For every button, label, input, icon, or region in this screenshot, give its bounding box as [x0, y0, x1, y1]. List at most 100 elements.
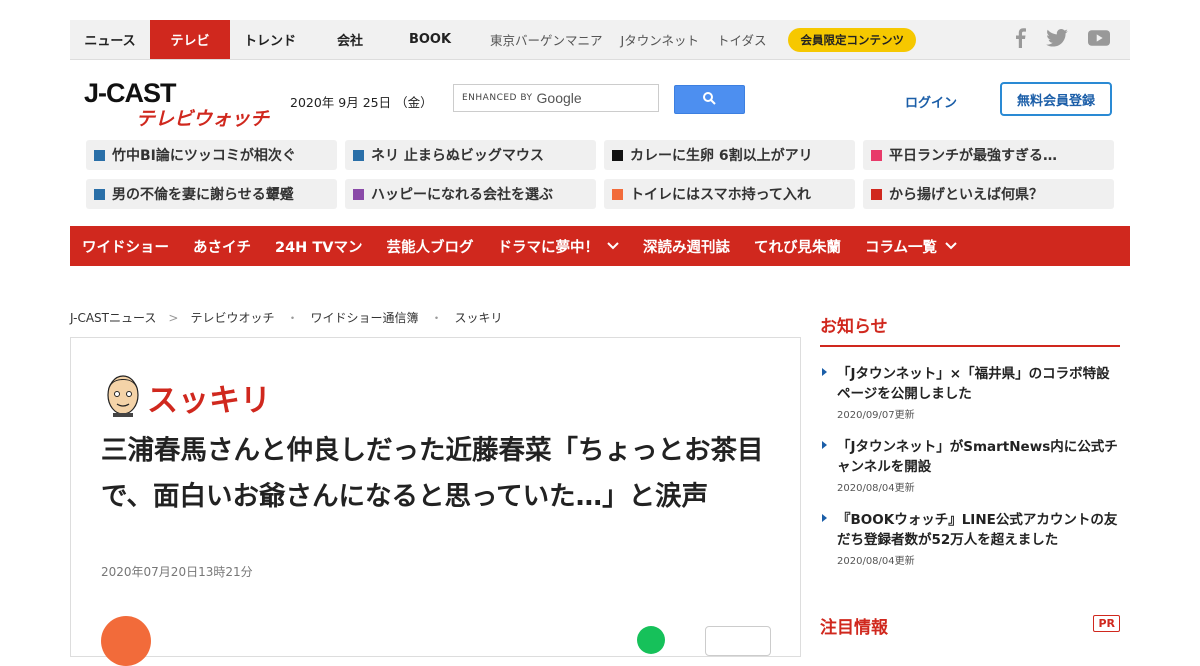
article-title: 三浦春馬さんと仲良しだった近藤春菜「ちょっとお茶目で、面白いお爺さんになると思っ…	[101, 435, 764, 512]
line-share-icon[interactable]	[637, 626, 665, 654]
chevron-down-icon	[607, 242, 619, 250]
author-avatar	[101, 616, 151, 666]
square-bullet-icon	[353, 188, 364, 200]
login-link[interactable]: ログイン	[905, 92, 957, 111]
trending-text: 平日ランチが最強すぎる…	[889, 148, 1057, 164]
sidebar-notices: お知らせ 「Jタウンネット」×「福井県」のコラボ特設ページを公開しました 202…	[820, 312, 1120, 583]
presenter-avatar-icon	[105, 369, 141, 421]
square-bullet-icon	[353, 149, 364, 161]
site-logo[interactable]: J-CAST テレビウォッチ	[84, 78, 270, 130]
arrow-right-icon	[822, 368, 827, 376]
square-bullet-icon	[94, 188, 105, 200]
trending-item[interactable]: から揚げといえば何県？	[863, 179, 1114, 209]
category-nav-item[interactable]: 芸能人ブログ	[386, 236, 473, 257]
youtube-icon[interactable]	[1088, 29, 1110, 50]
notice-date: 2020/08/04更新	[837, 483, 915, 494]
square-bullet-icon	[871, 188, 882, 200]
tab-tv[interactable]: テレビ	[150, 20, 230, 59]
site-link-bargain[interactable]: 東京バーゲンマニア	[490, 30, 603, 49]
article-card: スッキリ 三浦春馬さんと仲良しだった近藤春菜「ちょっとお茶目で、面白いお爺さんに…	[70, 337, 801, 666]
site-link-jtown[interactable]: Jタウンネット	[621, 30, 699, 49]
notice-date: 2020/08/04更新	[837, 556, 915, 567]
list-item[interactable]: 『BOOKウォッチ』LINE公式アカウントの友だち登録者数が52万人を超えました…	[820, 510, 1120, 567]
category-nav-item[interactable]: 24H TVマン	[275, 236, 362, 257]
member-content-button[interactable]: 会員限定コンテンツ	[788, 27, 916, 52]
category-nav-label: あさイチ	[193, 239, 251, 256]
social-links	[1014, 27, 1110, 52]
trending-text: ハッピーになれる会社を選ぶ	[371, 187, 553, 203]
arrow-right-icon	[822, 441, 827, 449]
breadcrumb-item-jcast[interactable]: J-CASTニュース	[70, 309, 156, 326]
breadcrumb: J-CASTニュース > テレビウオッチ ・ ワイドショー通信簿 ・ スッキリ	[70, 309, 503, 326]
trending-text: トイレにはスマホ持って入れ	[630, 187, 811, 203]
arrow-right-icon	[822, 514, 827, 522]
trending-item[interactable]: カレーに生卵 6割以上がアリ	[604, 140, 855, 170]
search-enhanced-label: ENHANCED BY	[462, 93, 533, 103]
search-button[interactable]	[674, 85, 745, 114]
breadcrumb-item-tvwatch[interactable]: テレビウオッチ	[190, 309, 274, 326]
trending-item[interactable]: トイレにはスマホ持って入れ	[604, 179, 855, 209]
program-name[interactable]: スッキリ	[147, 375, 271, 420]
twitter-icon[interactable]	[1046, 28, 1068, 51]
tab-trend[interactable]: トレンド	[230, 20, 310, 59]
breadcrumb-item-wideshow[interactable]: ワイドショー通信簿	[310, 309, 418, 326]
category-nav-item[interactable]: あさイチ	[193, 236, 251, 257]
notice-date: 2020/09/07更新	[837, 410, 915, 421]
category-nav-item[interactable]: コラム一覧	[865, 236, 957, 257]
trending-item[interactable]: ハッピーになれる会社を選ぶ	[345, 179, 596, 209]
site-link-toidas[interactable]: トイダス	[717, 30, 767, 49]
trending-item[interactable]: ネリ 止まらぬビッグマウス	[345, 140, 596, 170]
trending-item[interactable]: 平日ランチが最強すぎる…	[863, 140, 1114, 170]
category-nav-item[interactable]: 深読み週刊誌	[643, 236, 730, 257]
share-count-button[interactable]	[705, 626, 771, 656]
square-bullet-icon	[871, 149, 882, 161]
featured-info-section: 注目情報 PR	[820, 613, 1120, 638]
site-header: J-CAST テレビウォッチ 2020年 9月 25日 （金） ENHANCED…	[70, 60, 1130, 138]
search-input[interactable]: ENHANCED BY Google	[453, 84, 659, 112]
category-nav-label: てれび見朱蘭	[753, 239, 841, 256]
category-nav-item[interactable]: ワイドショー	[82, 236, 169, 257]
chevron-down-icon	[945, 242, 957, 250]
publish-date: 2020年07月20日13時21分	[101, 565, 253, 579]
register-button[interactable]: 無料会員登録	[1000, 82, 1112, 116]
facebook-icon[interactable]	[1014, 27, 1026, 52]
category-nav-label: コラム一覧	[864, 239, 938, 256]
notices-heading: お知らせ	[820, 312, 1120, 347]
trending-text: 男の不倫を妻に謝らせる顰蹙	[112, 187, 294, 203]
trending-text: カレーに生卵 6割以上がアリ	[630, 148, 813, 164]
search-icon	[703, 90, 716, 109]
tab-news[interactable]: ニュース	[70, 20, 150, 59]
pr-badge: PR	[1093, 615, 1120, 632]
top-nav: ニュース テレビ トレンド 会社 BOOK 東京バーゲンマニア Jタウンネット …	[70, 20, 1130, 60]
logo-sub: テレビウォッチ	[136, 109, 270, 130]
search-brand: Google	[536, 90, 582, 106]
trending-item[interactable]: 竹中BI論にツッコミが相次ぐ	[86, 140, 337, 170]
notice-title: 「Jタウンネット」がSmartNews内に公式チャンネルを開設	[837, 439, 1118, 475]
trending-text: 竹中BI論にツッコミが相次ぐ	[112, 148, 296, 164]
trending-topics: 竹中BI論にツッコミが相次ぐ ネリ 止まらぬビッグマウス カレーに生卵 6割以上がア…	[86, 140, 1114, 209]
category-nav-label: 24H TVマン	[275, 239, 363, 256]
square-bullet-icon	[612, 149, 623, 161]
trending-item[interactable]: 男の不倫を妻に謝らせる顰蹙	[86, 179, 337, 209]
category-nav: ワイドショー あさイチ 24H TVマン 芸能人ブログ ドラマに夢中！ 深読み週刊誌 てれび…	[70, 226, 1130, 266]
list-item[interactable]: 「Jタウンネット」×「福井県」のコラボ特設ページを公開しました 2020/09/…	[820, 364, 1120, 421]
breadcrumb-item-sukkiri[interactable]: スッキリ	[455, 309, 503, 326]
square-bullet-icon	[612, 188, 623, 200]
breadcrumb-separator-icon: ・	[430, 311, 443, 325]
square-bullet-icon	[94, 149, 105, 161]
featured-info-heading: 注目情報	[820, 618, 888, 638]
current-date: 2020年 9月 25日 （金）	[290, 95, 433, 110]
notice-title: 『BOOKウォッチ』LINE公式アカウントの友だち登録者数が52万人を超えました	[837, 512, 1118, 548]
category-nav-item[interactable]: てれび見朱蘭	[754, 236, 841, 257]
notices-list: 「Jタウンネット」×「福井県」のコラボ特設ページを公開しました 2020/09/…	[820, 364, 1120, 567]
breadcrumb-separator-icon: ・	[286, 311, 299, 325]
trending-text: ネリ 止まらぬビッグマウス	[371, 148, 544, 164]
list-item[interactable]: 「Jタウンネット」がSmartNews内に公式チャンネルを開設 2020/08/…	[820, 437, 1120, 494]
tab-company[interactable]: 会社	[310, 20, 390, 59]
tab-book[interactable]: BOOK	[390, 20, 470, 59]
notice-title: 「Jタウンネット」×「福井県」のコラボ特設ページを公開しました	[837, 366, 1110, 402]
trending-text: から揚げといえば何県？	[889, 187, 1043, 203]
category-nav-label: 芸能人ブログ	[386, 239, 474, 256]
category-nav-label: ドラマに夢中！	[497, 239, 599, 256]
category-nav-item[interactable]: ドラマに夢中！	[497, 236, 619, 257]
